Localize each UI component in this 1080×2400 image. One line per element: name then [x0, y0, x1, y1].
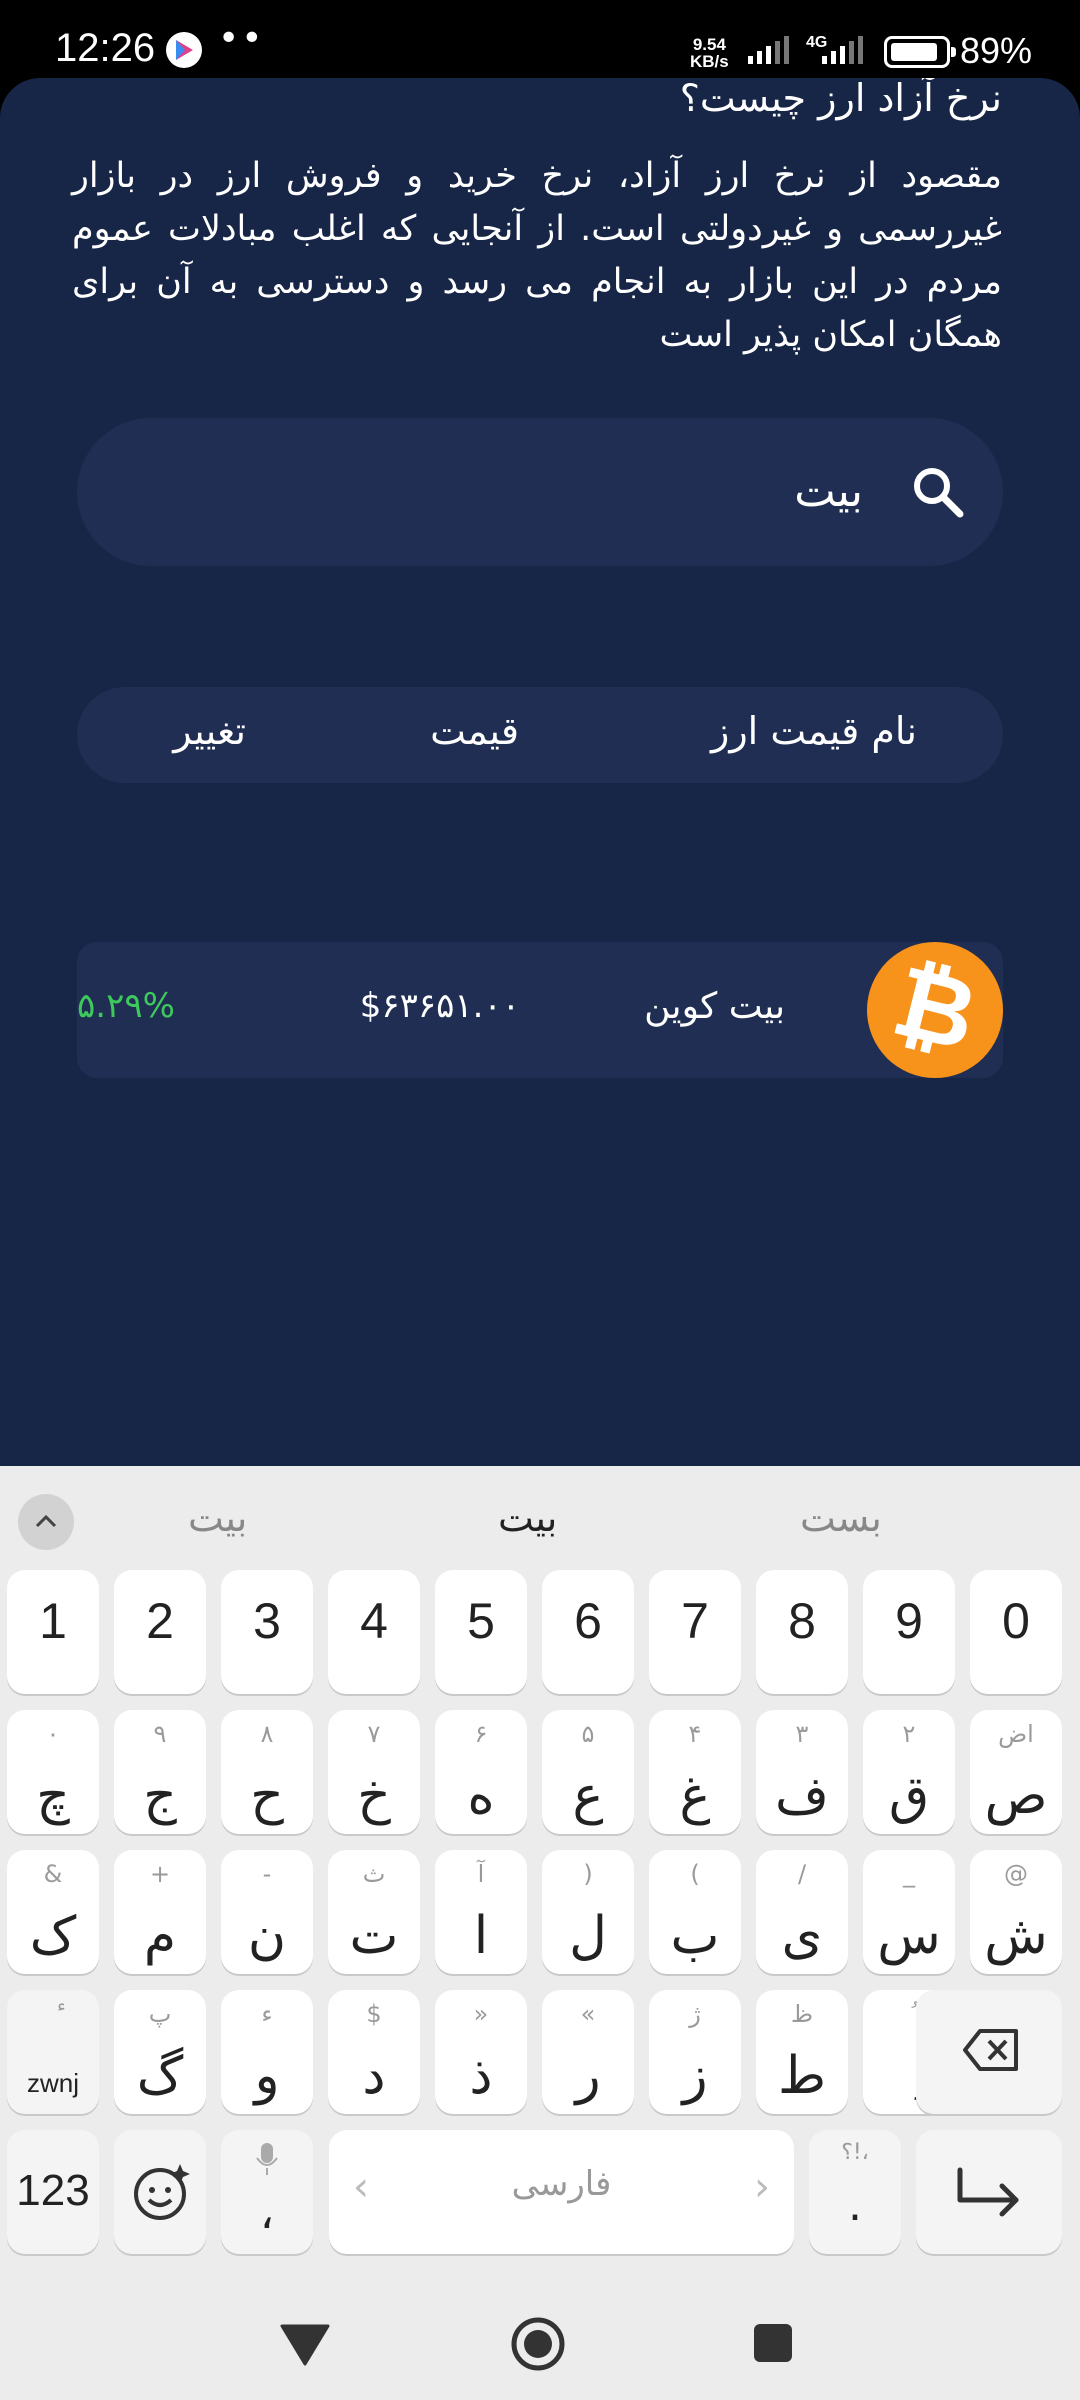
currency-change: ۵.۲۹% [77, 986, 175, 1026]
key-letter[interactable]: + م [114, 1850, 206, 1974]
key-letter[interactable]: & ک [7, 1850, 99, 1974]
bitcoin-icon: ₿ [867, 942, 1003, 1078]
key-letter[interactable]: ءو [221, 1990, 313, 2114]
space-key[interactable]: ‹ فارسی › [329, 2130, 794, 2254]
recents-button[interactable] [752, 2322, 794, 2364]
key-letter[interactable]: آا [435, 1850, 527, 1974]
network-speed: 9.54 KB/s [690, 35, 729, 71]
suggestion-1[interactable]: بست [800, 1496, 882, 1540]
emoji-key[interactable] [114, 2130, 206, 2254]
search-bar[interactable] [77, 418, 1003, 566]
key-3[interactable]: 3 [221, 1570, 313, 1694]
key-letter[interactable]: _ س [863, 1850, 955, 1974]
emoji-icon [134, 2164, 190, 2220]
comma-key[interactable]: ، [221, 2130, 313, 2254]
navigation-bar [0, 2286, 1080, 2400]
key-7[interactable]: 7 [649, 1570, 741, 1694]
battery-percent: 89% [960, 30, 1033, 71]
key-letter[interactable]: ثت [328, 1850, 420, 1974]
key-zwnj[interactable]: ٔ zwnj [7, 1990, 99, 2114]
search-icon[interactable] [911, 465, 965, 519]
backspace-key[interactable] [916, 1990, 1062, 2114]
key-letter[interactable]: ۶ه [435, 1710, 527, 1834]
key-5[interactable]: 5 [435, 1570, 527, 1694]
key-letter[interactable]: ۲ق [863, 1710, 955, 1834]
currency-row-bitcoin[interactable]: ₿ بیت کوین $۶۳۶۵۱.۰۰ ۵.۲۹% [77, 942, 1003, 1078]
key-1[interactable]: 1 [7, 1570, 99, 1694]
home-button[interactable] [510, 2316, 566, 2372]
enter-key[interactable] [916, 2130, 1062, 2254]
backspace-icon [963, 2029, 1018, 2071]
key-letter[interactable]: -ن [221, 1850, 313, 1974]
key-letter[interactable]: ژز [649, 1990, 741, 2114]
key-letter[interactable]: ظط [756, 1990, 848, 2114]
clock: 12:26 [55, 26, 156, 70]
battery-icon [884, 36, 956, 68]
battery-level [891, 43, 937, 61]
app-content: نرخ آزاد ارز چیست؟ مقصود از نرخ ارز آزاد… [0, 78, 1080, 1466]
key-0[interactable]: 0 [970, 1570, 1062, 1694]
numbers-key[interactable]: 123 [7, 2130, 99, 2254]
key-letter[interactable]: اض ص [970, 1710, 1062, 1834]
key-2[interactable]: 2 [114, 1570, 206, 1694]
key-letter[interactable]: ) ل [542, 1850, 634, 1974]
microphone-icon [256, 2143, 278, 2175]
app-notification-icon [166, 32, 202, 68]
enter-icon [957, 2167, 1019, 2217]
key-6[interactable]: 6 [542, 1570, 634, 1694]
signal-icon [748, 36, 789, 64]
key-letter[interactable]: @ ش [970, 1850, 1062, 1974]
suggestion-bar: بیت بیت بست [0, 1466, 1080, 1578]
key-letter[interactable]: $ د [328, 1990, 420, 2114]
key-letter[interactable]: ۸ح [221, 1710, 313, 1834]
key-letter[interactable]: ۹ج [114, 1710, 206, 1834]
key-letter[interactable]: ۴غ [649, 1710, 741, 1834]
key-4[interactable]: 4 [328, 1570, 420, 1694]
table-header: نام قیمت ارز قیمت تغییر [77, 687, 1003, 783]
header-name: نام قیمت ارز [710, 709, 917, 753]
key-letter[interactable]: / ی [756, 1850, 848, 1974]
chevron-right-icon: › [754, 2164, 770, 2210]
key-letter[interactable]: پگ [114, 1990, 206, 2114]
search-input[interactable] [223, 458, 863, 524]
header-change: تغییر [173, 709, 246, 753]
key-8[interactable]: 8 [756, 1570, 848, 1694]
currency-price: $۶۳۶۵۱.۰۰ [359, 986, 520, 1026]
info-description: مقصود از نرخ ارز آزاد، نرخ خرید و فروش ا… [72, 156, 1002, 355]
key-letter[interactable]: (ب [649, 1850, 741, 1974]
key-letter[interactable]: ۷خ [328, 1710, 420, 1834]
key-letter[interactable]: «ر [542, 1990, 634, 2114]
key-9[interactable]: 9 [863, 1570, 955, 1694]
more-notifications-icon: •• [218, 18, 265, 59]
suggestion-3[interactable]: بیت [188, 1496, 247, 1540]
signal-icon-2 [822, 36, 863, 64]
currency-name: بیت کوین [644, 986, 785, 1027]
key-letter[interactable]: » ذ [435, 1990, 527, 2114]
info-title: نرخ آزاد ارز چیست؟ [679, 78, 1002, 120]
collapse-keyboard-button[interactable] [18, 1494, 74, 1550]
key-letter[interactable]: ۰چ [7, 1710, 99, 1834]
key-letter[interactable]: ۵ع [542, 1710, 634, 1834]
header-price: قیمت [430, 709, 519, 753]
key-letter[interactable]: ۳ف [756, 1710, 848, 1834]
suggestion-2[interactable]: بیت [498, 1496, 557, 1540]
back-button[interactable] [280, 2322, 330, 2366]
period-key[interactable]: ؟!، . [809, 2130, 901, 2254]
